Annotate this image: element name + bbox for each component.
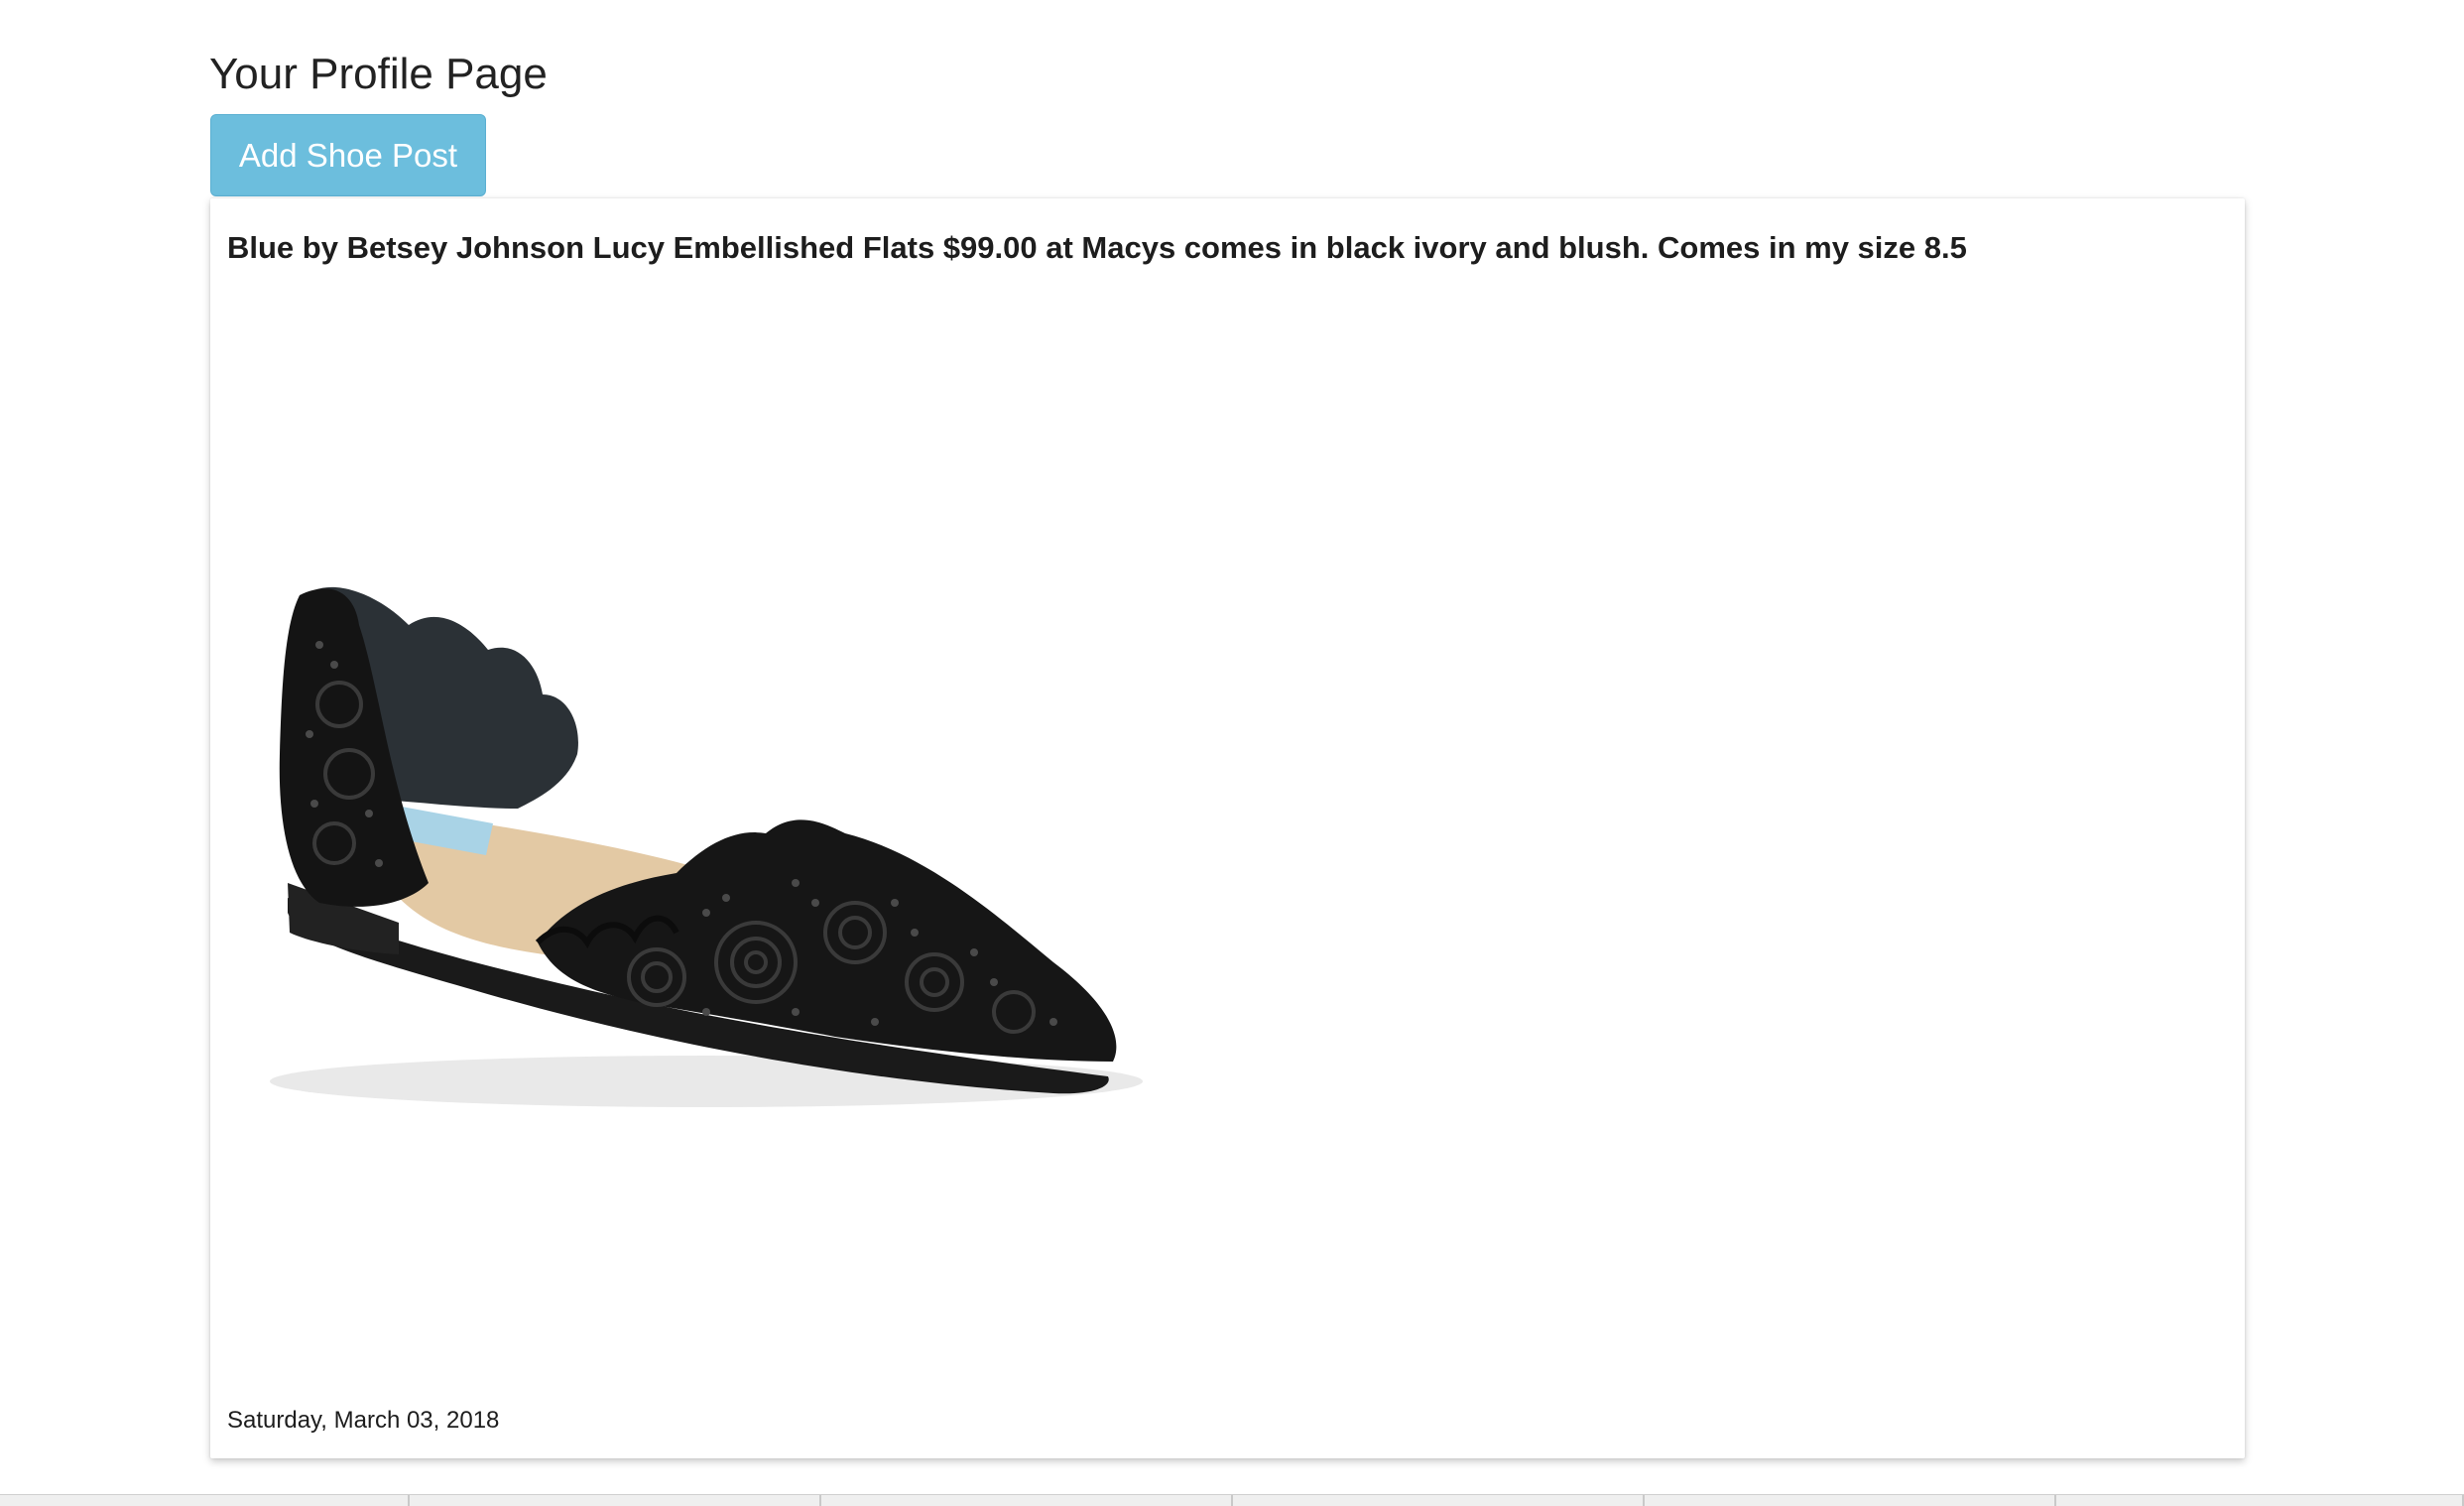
post-description: Blue by Betsey Johnson Lucy Embellished … bbox=[227, 230, 1967, 265]
bottom-tab bbox=[1233, 1495, 1645, 1506]
shoe-post-card: Blue by Betsey Johnson Lucy Embellished … bbox=[210, 198, 2245, 1458]
page-title: Your Profile Page bbox=[209, 50, 548, 98]
bottom-tab bbox=[2056, 1495, 2464, 1506]
profile-page: Your Profile Page Add Shoe Post Blue by … bbox=[0, 0, 2464, 1506]
shoe-photo bbox=[270, 586, 1143, 1107]
bottom-tab-strip bbox=[0, 1494, 2464, 1506]
bottom-tab bbox=[1645, 1495, 2056, 1506]
bottom-tab bbox=[821, 1495, 1233, 1506]
add-shoe-post-button[interactable]: Add Shoe Post bbox=[210, 114, 486, 196]
bottom-tab bbox=[410, 1495, 821, 1506]
bottom-tab bbox=[0, 1495, 410, 1506]
post-date: Saturday, March 03, 2018 bbox=[227, 1407, 500, 1434]
